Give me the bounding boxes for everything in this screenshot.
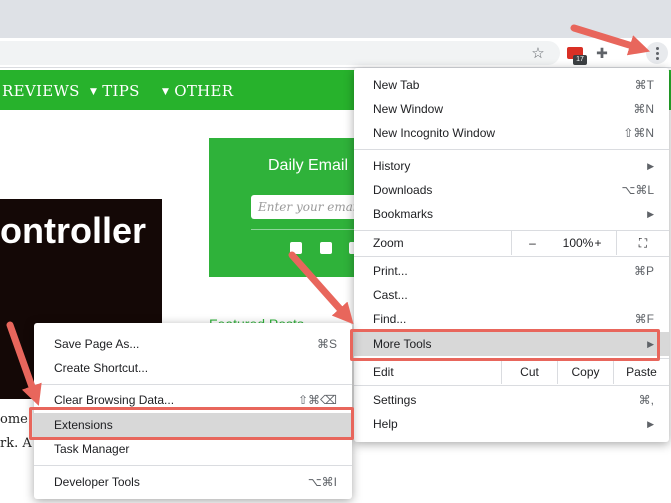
nav-item-reviews[interactable]: REVIEWS	[2, 82, 80, 100]
email-signup-title: Daily Email	[268, 157, 349, 174]
menu-item-new-incognito-window[interactable]: New Incognito Window ⇧⌘N	[354, 121, 669, 145]
chrome-main-menu: New Tab ⌘T New Window ⌘N New Incognito Win…	[354, 68, 669, 442]
menu-item-new-window[interactable]: New Window ⌘N	[354, 97, 669, 121]
body-text: ome	[0, 412, 28, 427]
browser-titlebar	[0, 0, 671, 38]
more-tools-highlight	[350, 329, 660, 361]
menu-item-new-tab[interactable]: New Tab ⌘T	[354, 73, 669, 97]
body-text: rk. A	[0, 436, 32, 451]
menu-item-print[interactable]: Print... ⌘P	[354, 259, 669, 283]
menu-item-find[interactable]: Find... ⌘F	[354, 307, 669, 331]
menu-item-settings[interactable]: Settings ⌘,	[354, 388, 669, 412]
menu-item-save-page-as[interactable]: Save Page As... ⌘S	[34, 332, 352, 356]
menu-item-bookmarks[interactable]: Bookmarks ▶	[354, 202, 669, 226]
menu-separator	[354, 149, 669, 150]
caret-down-icon: ▼	[90, 87, 98, 97]
submenu-arrow-icon: ▶	[647, 419, 654, 429]
menu-item-developer-tools[interactable]: Developer Tools ⌥⌘I	[34, 470, 352, 494]
extension-badge: 17	[573, 55, 587, 65]
extensions-highlight	[29, 407, 354, 440]
menu-item-history[interactable]: History ▶	[354, 154, 669, 178]
submenu-arrow-icon: ▶	[647, 161, 654, 171]
menu-separator	[354, 256, 669, 257]
twitter-icon[interactable]	[290, 242, 302, 254]
menu-item-task-manager[interactable]: Task Manager	[34, 437, 352, 461]
nav-item-tips[interactable]: ▼ TIPS	[90, 82, 140, 100]
address-bar[interactable]	[0, 41, 560, 65]
extensions-puzzle-icon[interactable]: ✚	[592, 43, 612, 63]
menu-item-zoom: Zoom – 100% + ⛶	[354, 231, 669, 255]
nav-item-other[interactable]: ▼ OTHER	[162, 82, 233, 100]
menu-separator	[34, 384, 352, 385]
cut-button[interactable]: Cut	[501, 360, 557, 384]
kebab-menu-icon[interactable]	[646, 42, 668, 64]
copy-button[interactable]: Copy	[557, 360, 613, 384]
zoom-in-button[interactable]: +	[580, 231, 616, 255]
facebook-icon[interactable]	[320, 242, 332, 254]
menu-item-downloads[interactable]: Downloads ⌥⌘L	[354, 178, 669, 202]
menu-item-edit: Edit Cut Copy Paste	[354, 360, 669, 384]
hero-text: ontroller	[0, 210, 147, 251]
menu-separator	[34, 465, 352, 466]
zoom-out-button[interactable]: –	[511, 231, 553, 255]
paste-button[interactable]: Paste	[613, 360, 669, 384]
menu-item-create-shortcut[interactable]: Create Shortcut...	[34, 356, 352, 380]
bookmark-star-icon[interactable]: ☆	[528, 43, 548, 63]
fullscreen-icon[interactable]: ⛶	[616, 231, 669, 255]
submenu-arrow-icon: ▶	[647, 209, 654, 219]
menu-item-cast[interactable]: Cast...	[354, 283, 669, 307]
email-input[interactable]: Enter your email	[251, 195, 369, 219]
divider	[251, 229, 369, 230]
caret-down-icon: ▼	[162, 87, 170, 97]
menu-item-help[interactable]: Help ▶	[354, 412, 669, 436]
menu-separator	[354, 385, 669, 386]
